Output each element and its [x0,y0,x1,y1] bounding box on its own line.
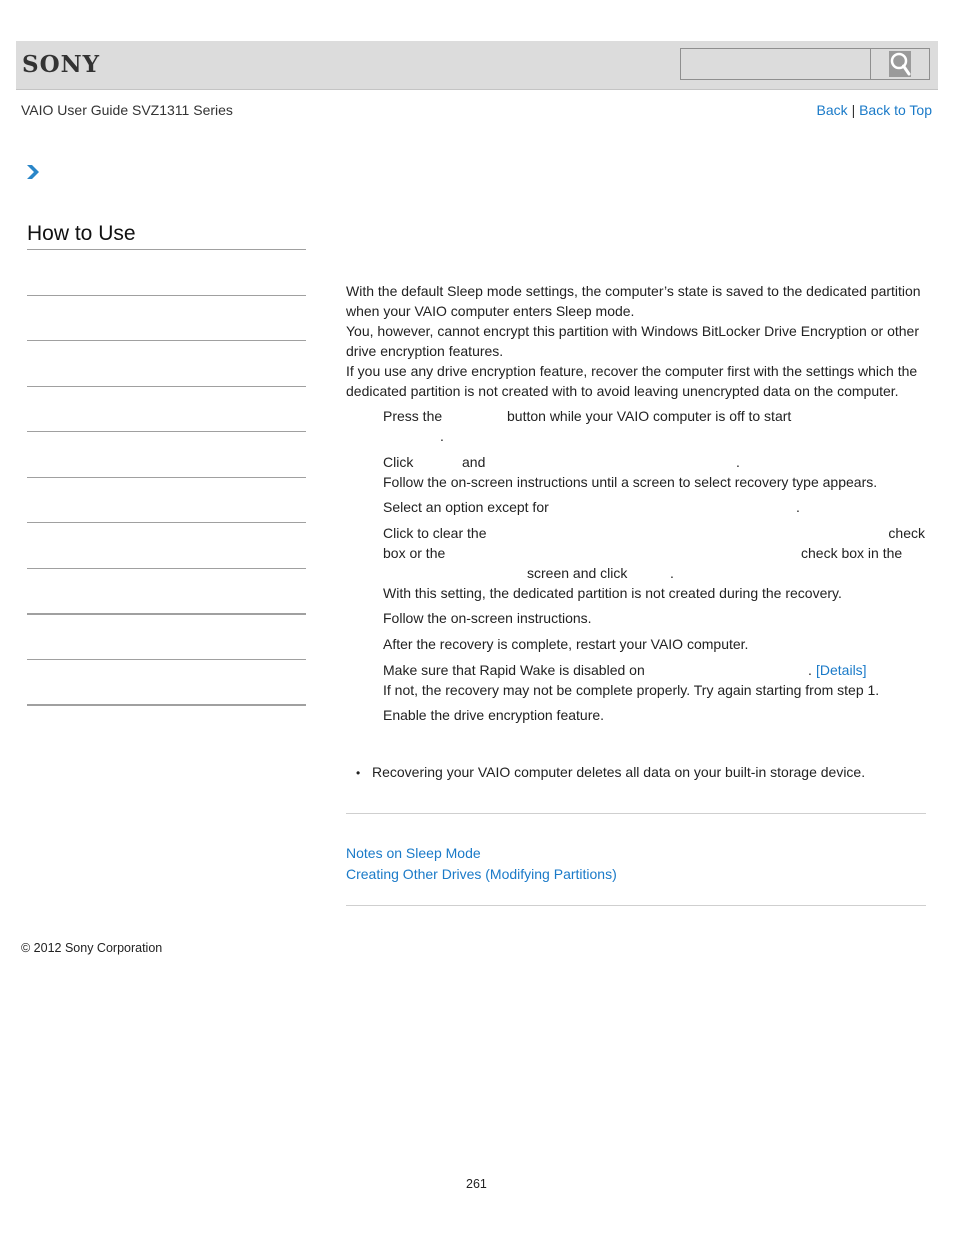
step-text: screen and click [527,565,628,581]
sidebar-item[interactable] [27,659,306,660]
sidebar-item[interactable] [27,704,306,706]
search-icon [889,51,911,77]
step-text: . [808,662,812,678]
page-number: 261 [466,1177,487,1191]
intro-paragraph: If you use any drive encryption feature,… [346,363,918,399]
intro-paragraph: You, however, cannot encrypt this partit… [346,323,919,359]
divider [346,905,926,906]
chevron-right-icon [26,164,40,185]
copyright: © 2012 Sony Corporation [21,941,163,955]
sidebar-item[interactable] [27,568,306,569]
sidebar-item[interactable] [27,295,306,296]
search-box [680,48,930,80]
step-text: check box in the [801,545,903,561]
step-text: box or the [383,545,446,561]
related-link-creating-other-drives[interactable]: Creating Other Drives (Modifying Partiti… [346,866,617,882]
sidebar-item[interactable] [27,522,306,523]
site-header: SONY [16,41,938,90]
intro-text: With the default Sleep mode settings, th… [346,281,928,401]
sony-logo[interactable]: SONY [22,51,100,78]
sidebar-item[interactable] [27,477,306,478]
step-5: Follow the on-screen instructions. [383,608,928,628]
nav-separator: | [851,102,856,118]
step-text: Select an option except for [383,499,549,515]
step-6: After the recovery is complete, restart … [383,634,928,654]
divider [346,813,926,814]
step-text: Click [383,454,414,470]
step-text: . [736,454,740,470]
step-text: Click to clear the [383,525,487,541]
step-text: Follow the on-screen instructions until … [383,474,878,490]
note-text: Recovering your VAIO computer deletes al… [372,764,866,780]
step-4: Click to clear the check box or the chec… [383,523,928,603]
step-text: If not, the recovery may not be complete… [383,682,880,698]
sidebar-item[interactable] [27,340,306,341]
step-text: . [796,499,800,515]
step-text: and [462,454,486,470]
step-text: Press the [383,408,443,424]
step-3: Select an option except for . [383,497,928,517]
back-link[interactable]: Back [817,102,848,118]
guide-title: VAIO User Guide SVZ1311 Series [21,102,233,118]
step-text: Follow the on-screen instructions. [383,610,592,626]
step-text: . [670,565,674,581]
sidebar-item[interactable] [27,386,306,387]
note-item: • Recovering your VAIO computer deletes a… [356,762,865,783]
step-1: Press the button while your VAIO compute… [383,406,928,446]
sidebar-heading-divider [27,249,306,250]
step-text: Make sure that Rapid Wake is disabled on [383,662,645,678]
step-8: Enable the drive encryption feature. [383,705,928,725]
nav-links: Back | Back to Top [817,102,932,118]
back-to-top-link[interactable]: Back to Top [859,102,932,118]
bullet-icon: • [356,766,361,780]
sidebar-heading: How to Use [27,222,136,245]
related-topics: Notes on Sleep Mode Creating Other Drive… [346,843,617,885]
intro-paragraph: With the default Sleep mode settings, th… [346,283,921,319]
step-text: After the recovery is complete, restart … [383,636,749,652]
step-text: . [440,428,444,444]
step-7: Make sure that Rapid Wake is disabled on… [383,660,928,700]
search-button[interactable] [871,49,929,79]
step-text: Enable the drive encryption feature. [383,707,605,723]
sidebar-item[interactable] [27,613,306,615]
step-text: check [888,525,925,541]
step-2: Click and . Follow the on-screen instruc… [383,452,928,492]
details-link[interactable]: [Details] [816,660,867,680]
search-input[interactable] [681,49,871,79]
step-text: With this setting, the dedicated partiti… [383,585,842,601]
step-text: button while your VAIO computer is off t… [507,408,792,424]
sidebar-item[interactable] [27,431,306,432]
related-link-notes-on-sleep-mode[interactable]: Notes on Sleep Mode [346,845,481,861]
